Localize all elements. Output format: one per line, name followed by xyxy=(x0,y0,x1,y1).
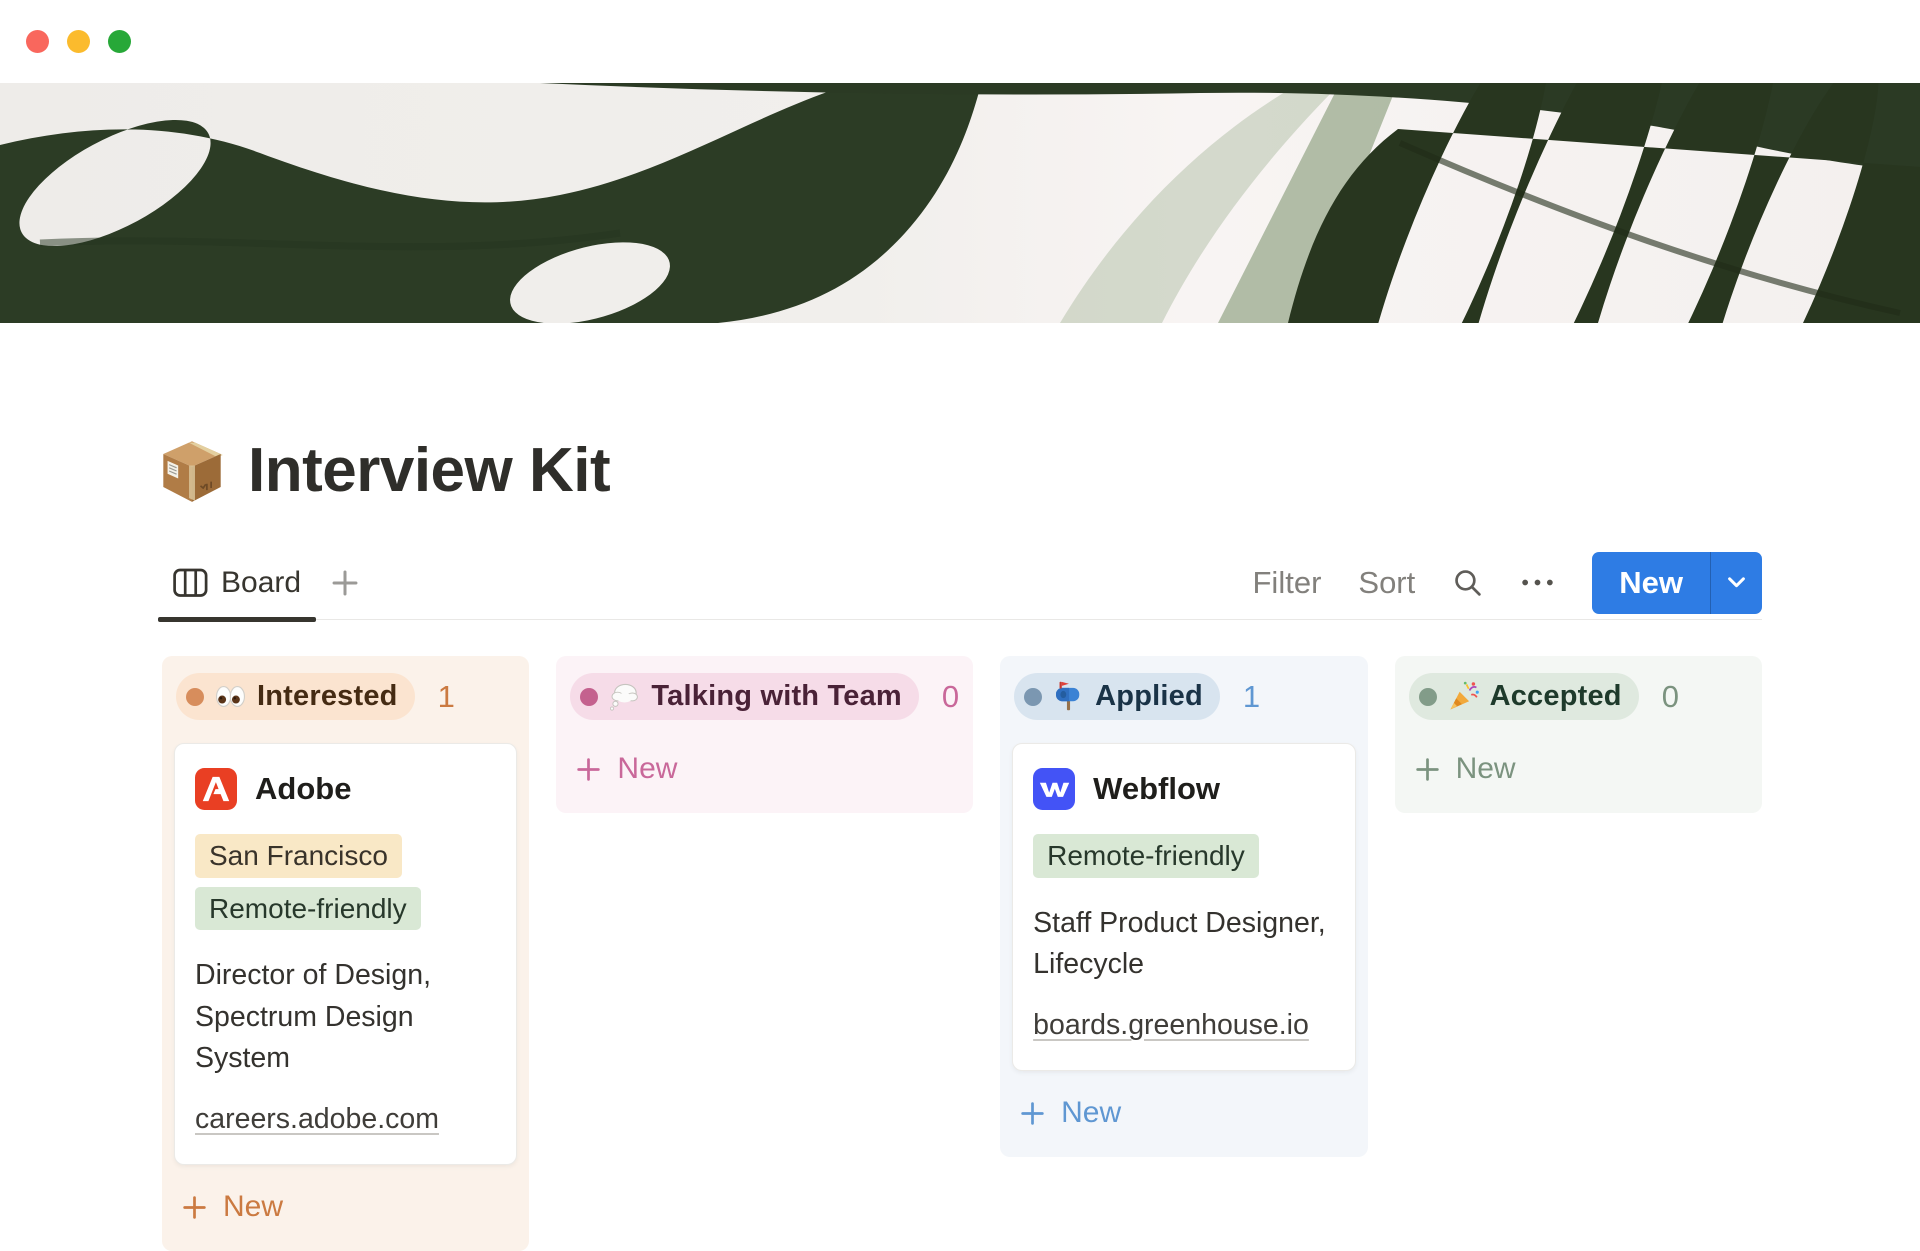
status-dot xyxy=(1419,688,1437,706)
app-window: Interview Kit Board Filter Sort xyxy=(0,0,1920,1200)
window-titlebar xyxy=(0,0,1920,83)
status-pill: Applied xyxy=(1014,673,1220,720)
column-new-card-button[interactable]: New xyxy=(1012,1087,1355,1139)
status-dot xyxy=(1024,688,1042,706)
kanban-board: Interested 1 Adobe San Francisco Remote-f… xyxy=(162,656,1762,1251)
page-cover-image xyxy=(0,83,1920,323)
ellipsis-icon xyxy=(1520,577,1555,588)
more-options-button[interactable] xyxy=(1520,577,1555,588)
filter-button[interactable]: Filter xyxy=(1253,565,1322,601)
minimize-window-button[interactable] xyxy=(67,30,90,53)
column-new-card-button[interactable]: New xyxy=(174,1181,517,1233)
column-new-card-button[interactable]: New xyxy=(1407,743,1750,795)
plus-icon xyxy=(575,756,602,783)
status-pill: Accepted xyxy=(1409,673,1639,720)
new-entry-dropdown-button[interactable] xyxy=(1711,552,1762,614)
tag-list: San Francisco Remote-friendly xyxy=(195,834,496,930)
column-header[interactable]: Interested 1 xyxy=(174,666,517,727)
mailbox-emoji xyxy=(1053,681,1084,712)
party-popper-emoji xyxy=(1448,681,1479,712)
job-link[interactable]: careers.adobe.com xyxy=(195,1103,439,1136)
column-label: Applied xyxy=(1095,680,1203,713)
board-column-applied: Applied 1 Webflow Remote-friendly Staff … xyxy=(1000,656,1367,1157)
page-title[interactable]: Interview Kit xyxy=(248,435,610,506)
package-emoji-icon xyxy=(158,437,226,505)
tag-list: Remote-friendly xyxy=(1033,834,1334,878)
status-dot xyxy=(186,688,204,706)
status-pill: Talking with Team xyxy=(570,673,918,720)
board-view-label: Board xyxy=(221,566,301,600)
sort-button[interactable]: Sort xyxy=(1358,565,1415,601)
column-header[interactable]: Applied 1 xyxy=(1012,666,1355,727)
column-new-card-button[interactable]: New xyxy=(568,743,961,795)
tag: Remote-friendly xyxy=(195,887,421,931)
page-header: Interview Kit xyxy=(158,435,1762,506)
new-card-label: New xyxy=(1456,752,1516,786)
board-column-accepted: Accepted 0 New xyxy=(1395,656,1762,813)
column-count: 1 xyxy=(438,679,455,715)
company-name: Webflow xyxy=(1093,771,1220,807)
monstera-leaves-illustration xyxy=(0,83,1920,323)
plus-icon xyxy=(1414,756,1441,783)
tag: San Francisco xyxy=(195,834,402,878)
view-toolbar: Board Filter Sort New xyxy=(158,546,1762,620)
status-dot xyxy=(580,688,598,706)
status-pill: Interested xyxy=(176,673,415,720)
company-name: Adobe xyxy=(255,771,351,807)
add-view-button[interactable] xyxy=(330,568,360,598)
plus-icon xyxy=(181,1194,208,1221)
plus-icon xyxy=(330,568,360,598)
column-header[interactable]: Talking with Team 0 xyxy=(568,666,961,727)
job-link[interactable]: boards.greenhouse.io xyxy=(1033,1009,1309,1042)
job-title: Staff Product Designer, Lifecycle xyxy=(1033,903,1334,986)
job-card[interactable]: Webflow Remote-friendly Staff Product De… xyxy=(1012,743,1355,1071)
board-column-talking-with-team: Talking with Team 0 New xyxy=(556,656,973,813)
new-card-label: New xyxy=(223,1190,283,1224)
close-window-button[interactable] xyxy=(26,30,49,53)
new-entry-button[interactable]: New xyxy=(1592,552,1762,614)
tag: Remote-friendly xyxy=(1033,834,1259,878)
new-card-label: New xyxy=(1061,1096,1121,1130)
search-button[interactable] xyxy=(1452,567,1483,598)
job-card[interactable]: Adobe San Francisco Remote-friendly Direc… xyxy=(174,743,517,1165)
job-title: Director of Design, Spectrum Design Syst… xyxy=(195,955,496,1079)
webflow-logo xyxy=(1033,768,1075,810)
eyes-emoji xyxy=(215,681,246,712)
column-label: Talking with Team xyxy=(651,680,901,713)
column-header[interactable]: Accepted 0 xyxy=(1407,666,1750,727)
board-column-interested: Interested 1 Adobe San Francisco Remote-f… xyxy=(162,656,529,1251)
magnifier-icon xyxy=(1452,567,1483,598)
new-card-label: New xyxy=(617,752,677,786)
thought-balloon-emoji xyxy=(609,681,640,712)
zoom-window-button[interactable] xyxy=(108,30,131,53)
column-count: 1 xyxy=(1243,679,1260,715)
column-label: Interested xyxy=(257,680,398,713)
plus-icon xyxy=(1019,1100,1046,1127)
new-entry-button-label[interactable]: New xyxy=(1592,552,1710,614)
board-view-icon xyxy=(173,568,208,598)
tab-board-view[interactable]: Board xyxy=(158,546,316,619)
chevron-down-icon xyxy=(1728,577,1745,588)
adobe-logo xyxy=(195,768,237,810)
column-count: 0 xyxy=(942,679,959,715)
column-label: Accepted xyxy=(1490,680,1622,713)
column-count: 0 xyxy=(1662,679,1679,715)
